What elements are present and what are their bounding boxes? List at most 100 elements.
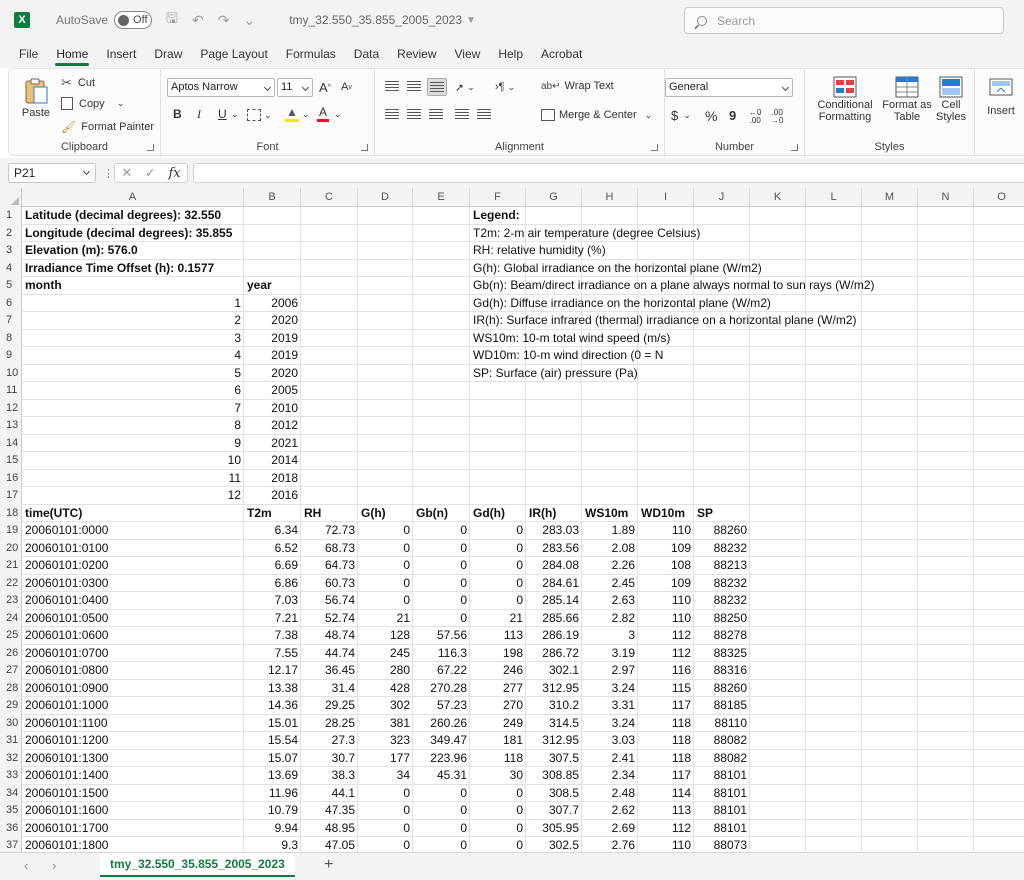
column-header-F[interactable]: F — [470, 188, 526, 207]
value-cell[interactable]: 88185 — [697, 697, 747, 715]
value-cell[interactable]: 30.7 — [304, 750, 355, 768]
format-painter-button[interactable]: 🖌 Format Painter — [61, 120, 154, 134]
value-cell[interactable]: 0 — [473, 522, 523, 540]
time-cell[interactable]: 20060101:1700 — [25, 820, 108, 838]
data-header-cell[interactable]: WS10m — [585, 505, 628, 523]
value-cell[interactable]: 112 — [641, 820, 691, 838]
value-cell[interactable]: 198 — [473, 645, 523, 663]
value-cell[interactable]: 223.96 — [416, 750, 467, 768]
undo-icon[interactable]: ↶ — [192, 12, 204, 29]
value-cell[interactable]: 302.5 — [529, 837, 579, 852]
menu-tab-page-layout[interactable]: Page Layout — [191, 40, 276, 68]
menu-tab-acrobat[interactable]: Acrobat — [532, 40, 591, 68]
menu-tab-formulas[interactable]: Formulas — [277, 40, 345, 68]
value-cell[interactable]: 57.23 — [416, 697, 467, 715]
column-header-D[interactable]: D — [358, 188, 413, 207]
month-cell[interactable]: 12 — [25, 487, 241, 505]
value-cell[interactable]: 270 — [473, 697, 523, 715]
align-middle-button[interactable] — [407, 81, 421, 92]
value-cell[interactable]: 2.63 — [585, 592, 635, 610]
value-cell[interactable]: 88082 — [697, 750, 747, 768]
shrink-font-button[interactable]: Av — [341, 81, 352, 93]
value-cell[interactable]: 305.95 — [529, 820, 579, 838]
row-header-23[interactable]: 23 — [0, 592, 22, 610]
value-cell[interactable]: 14.36 — [247, 697, 298, 715]
borders-button[interactable]: ⌄ — [247, 109, 272, 121]
value-cell[interactable]: 88232 — [697, 592, 747, 610]
month-cell[interactable]: 3 — [25, 330, 241, 348]
value-cell[interactable]: 7.21 — [247, 610, 298, 628]
time-cell[interactable]: 20060101:0000 — [25, 522, 108, 540]
value-cell[interactable]: 0 — [473, 785, 523, 803]
value-cell[interactable]: 0 — [416, 557, 467, 575]
conditional-formatting-button[interactable]: Conditional Formatting — [813, 75, 877, 123]
value-cell[interactable]: 0 — [361, 522, 410, 540]
value-cell[interactable]: 2.26 — [585, 557, 635, 575]
value-cell[interactable]: 21 — [361, 610, 410, 628]
font-color-button[interactable]: A — [317, 105, 329, 122]
time-cell[interactable]: 20060101:0600 — [25, 627, 108, 645]
value-cell[interactable]: 0 — [361, 540, 410, 558]
value-cell[interactable]: 116 — [641, 662, 691, 680]
time-cell[interactable]: 20060101:1100 — [25, 715, 108, 733]
data-header-cell[interactable]: WD10m — [641, 505, 685, 523]
value-cell[interactable]: 284.61 — [529, 575, 579, 593]
row-header-28[interactable]: 28 — [0, 679, 22, 697]
value-cell[interactable]: 21 — [473, 610, 523, 628]
time-cell[interactable]: 20060101:1200 — [25, 732, 108, 750]
value-cell[interactable]: 67.22 — [416, 662, 467, 680]
time-cell[interactable]: 20060101:1500 — [25, 785, 108, 803]
value-cell[interactable]: 48.95 — [304, 820, 355, 838]
add-sheet-button[interactable]: + — [324, 856, 333, 874]
value-cell[interactable]: 302 — [361, 697, 410, 715]
value-cell[interactable]: 9.94 — [247, 820, 298, 838]
value-cell[interactable]: 308.85 — [529, 767, 579, 785]
value-cell[interactable]: 7.38 — [247, 627, 298, 645]
value-cell[interactable]: 88101 — [697, 785, 747, 803]
value-cell[interactable]: 3.24 — [585, 715, 635, 733]
data-header-cell[interactable]: time(UTC) — [25, 505, 82, 523]
value-cell[interactable]: 47.05 — [304, 837, 355, 852]
value-cell[interactable]: 307.5 — [529, 750, 579, 768]
value-cell[interactable]: 110 — [641, 837, 691, 852]
chevron-down-icon[interactable]: ▼ — [466, 15, 476, 26]
year-cell[interactable]: 2020 — [247, 312, 298, 330]
value-cell[interactable]: 52.74 — [304, 610, 355, 628]
data-header-cell[interactable]: Gb(n) — [416, 505, 448, 523]
value-cell[interactable]: 15.07 — [247, 750, 298, 768]
wrap-text-button[interactable]: ab↵ Wrap Text — [541, 80, 614, 92]
legend-cell[interactable]: T2m: 2-m air temperature (degree Celsius… — [473, 225, 700, 243]
align-left-button[interactable] — [385, 109, 399, 120]
info-cell[interactable]: Longitude (decimal degrees): 35.855 — [25, 225, 232, 243]
value-cell[interactable]: 110 — [641, 610, 691, 628]
value-cell[interactable]: 72.73 — [304, 522, 355, 540]
time-cell[interactable]: 20060101:0100 — [25, 540, 108, 558]
time-cell[interactable]: 20060101:0200 — [25, 557, 108, 575]
row-header-20[interactable]: 20 — [0, 539, 22, 557]
value-cell[interactable]: 181 — [473, 732, 523, 750]
scroll-left-icon[interactable]: ‹ — [24, 858, 28, 873]
copy-button[interactable]: Copy ⌄ — [61, 97, 124, 110]
value-cell[interactable]: 109 — [641, 575, 691, 593]
value-cell[interactable]: 6.86 — [247, 575, 298, 593]
value-cell[interactable]: 68.73 — [304, 540, 355, 558]
value-cell[interactable]: 277 — [473, 680, 523, 698]
value-cell[interactable]: 2.48 — [585, 785, 635, 803]
value-cell[interactable]: 110 — [641, 522, 691, 540]
value-cell[interactable]: 0 — [473, 592, 523, 610]
row-header-6[interactable]: 6 — [0, 294, 22, 312]
value-cell[interactable]: 6.34 — [247, 522, 298, 540]
row-header-29[interactable]: 29 — [0, 697, 22, 715]
legend-cell[interactable]: WD10m: 10-m wind direction (0 = N — [473, 347, 663, 365]
row-header-37[interactable]: 37 — [0, 837, 22, 852]
value-cell[interactable]: 260.26 — [416, 715, 467, 733]
value-cell[interactable]: 48.74 — [304, 627, 355, 645]
month-cell[interactable]: 10 — [25, 452, 241, 470]
value-cell[interactable]: 88101 — [697, 820, 747, 838]
data-header-cell[interactable]: RH — [304, 505, 321, 523]
time-cell[interactable]: 20060101:0900 — [25, 680, 108, 698]
chevron-down-icon[interactable]: ⌄ — [334, 109, 342, 120]
value-cell[interactable]: 118 — [641, 750, 691, 768]
value-cell[interactable]: 0 — [416, 837, 467, 852]
column-header-G[interactable]: G — [526, 188, 582, 207]
